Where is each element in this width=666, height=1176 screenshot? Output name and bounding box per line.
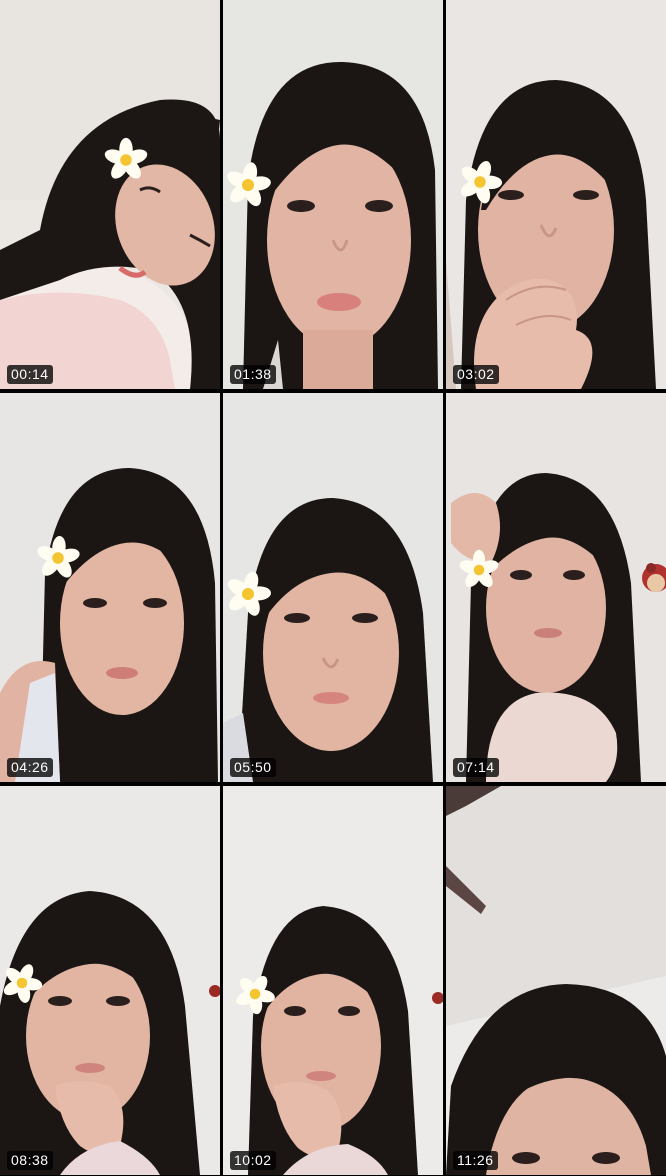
video-timestamp: 11:26 [453,1151,498,1170]
thumbnail-image [446,786,666,1175]
video-timestamp: 07:14 [453,758,499,777]
video-thumbnail[interactable]: 05:50 [223,393,443,782]
video-thumbnail[interactable]: 08:38 [0,786,220,1175]
video-timestamp: 03:02 [453,365,499,384]
video-thumbnail[interactable]: 07:14 [446,393,666,782]
plumeria-flower-icon [459,549,499,588]
video-thumbnail[interactable]: 01:38 [223,0,443,389]
plumeria-flower-icon [37,535,80,578]
plumeria-flower-icon [236,975,275,1015]
thumbnail-image [0,0,220,389]
video-timestamp: 08:38 [7,1151,53,1170]
video-thumbnail[interactable]: 04:26 [0,393,220,782]
video-thumbnail[interactable]: 00:14 [0,0,220,389]
plumeria-flower-icon [3,964,43,1003]
video-timestamp: 10:02 [230,1151,276,1170]
plumeria-flower-icon [228,571,271,616]
video-thumbnail-grid: 00:14 01:38 03:02 04:26 05:50 07:14 08:3… [0,0,666,1176]
video-thumbnail[interactable]: 03:02 [446,0,666,389]
plumeria-flower-icon [460,161,503,204]
video-thumbnail[interactable]: 11:26 [446,786,666,1175]
video-timestamp: 05:50 [230,758,276,777]
video-timestamp: 00:14 [7,365,53,384]
plumeria-flower-icon [227,162,271,207]
plumeria-flower-icon [104,137,148,179]
video-timestamp: 01:38 [230,365,276,384]
thumbnail-image [0,393,220,782]
video-thumbnail[interactable]: 10:02 [223,786,443,1175]
video-timestamp: 04:26 [7,758,53,777]
